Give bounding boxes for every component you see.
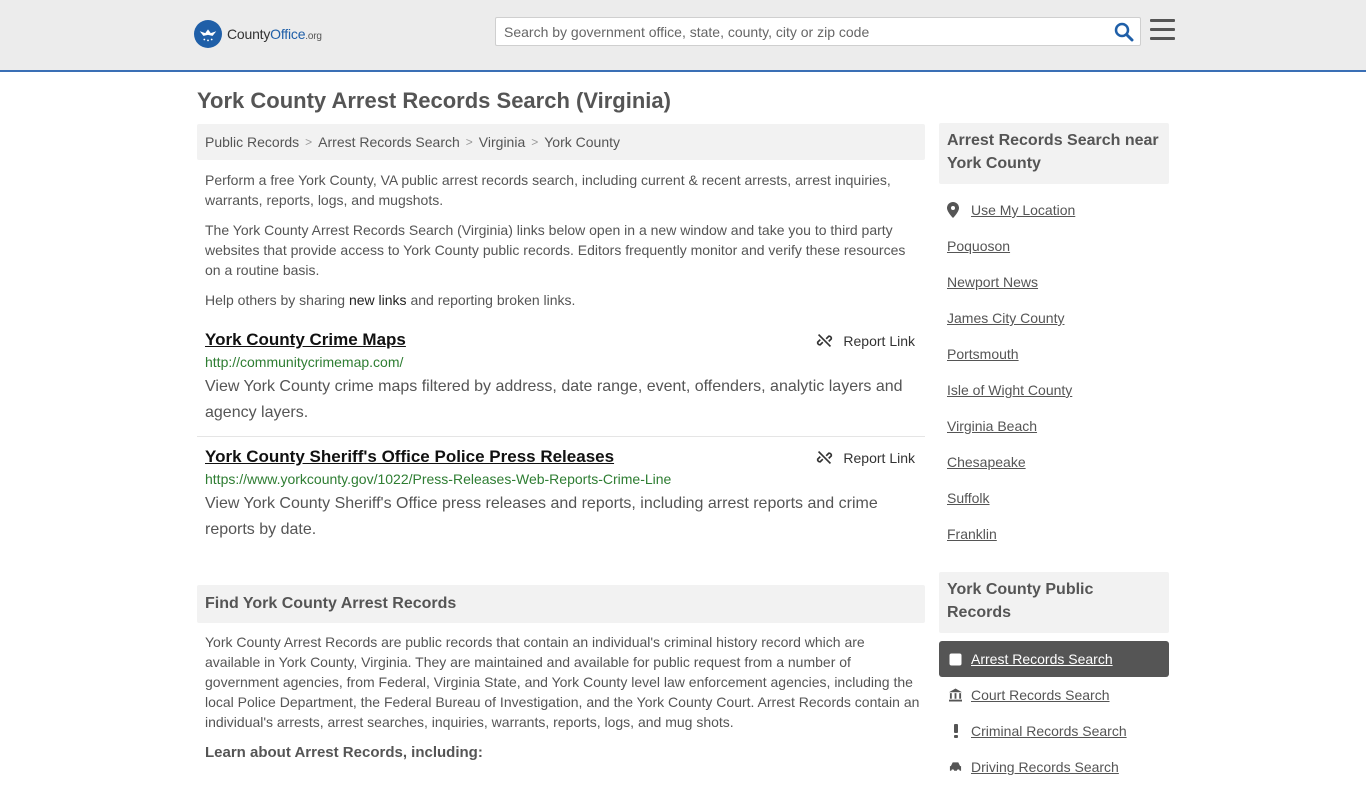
new-links-link[interactable]: new links xyxy=(349,292,407,308)
sidebar-item-court-records[interactable]: Court Records Search xyxy=(939,677,1169,713)
sidebar-item-criminal-records[interactable]: Criminal Records Search xyxy=(939,713,1169,749)
chevron-right-icon: > xyxy=(531,135,539,149)
square-icon xyxy=(949,652,962,666)
chevron-right-icon: > xyxy=(465,135,473,149)
nearby-link[interactable]: James City County xyxy=(947,310,1064,326)
resource-link-description: View York County crime maps filtered by … xyxy=(205,378,903,421)
chevron-right-icon: > xyxy=(305,135,313,149)
site-logo[interactable]: CountyOffice.org xyxy=(194,20,322,48)
report-link-button[interactable]: Report Link xyxy=(816,449,915,466)
nearby-link[interactable]: Newport News xyxy=(947,274,1038,290)
breadcrumb-york-county: York County xyxy=(544,134,620,150)
resource-link-item: York County Crime Maps Report Link http:… xyxy=(197,330,925,430)
learn-about-heading: Learn about Arrest Records, including: xyxy=(205,744,483,761)
resource-link-item: York County Sheriff's Office Police Pres… xyxy=(197,447,925,547)
broken-link-icon xyxy=(817,333,833,348)
intro-paragraph-1: Perform a free York County, VA public ar… xyxy=(205,172,891,208)
nearby-link[interactable]: Portsmouth xyxy=(947,346,1019,362)
search-input[interactable] xyxy=(496,18,1096,45)
resource-link-url[interactable]: https://www.yorkcounty.gov/1022/Press-Re… xyxy=(205,471,671,487)
intro-paragraph-3: Help others by sharing new links and rep… xyxy=(205,292,576,308)
resource-link-url[interactable]: http://communitycrimemap.com/ xyxy=(205,354,403,370)
nearby-link[interactable]: Isle of Wight County xyxy=(947,382,1072,398)
nearby-heading: Arrest Records Search near York County xyxy=(939,123,1169,184)
use-my-location-link[interactable]: Use My Location xyxy=(947,202,1075,218)
breadcrumb: Public Records > Arrest Records Search >… xyxy=(197,124,925,160)
search-box xyxy=(495,17,1141,46)
hamburger-menu-icon[interactable] xyxy=(1150,19,1175,41)
nearby-link[interactable]: Poquoson xyxy=(947,238,1010,254)
page-title: York County Arrest Records Search (Virgi… xyxy=(197,88,671,113)
sidebar-item-arrest-records[interactable]: Arrest Records Search xyxy=(939,641,1169,677)
resource-link-description: View York County Sheriff's Office press … xyxy=(205,495,878,538)
site-header: CountyOffice.org xyxy=(0,0,1366,72)
resource-link-title[interactable]: York County Sheriff's Office Police Pres… xyxy=(205,447,614,467)
nearby-link[interactable]: Suffolk xyxy=(947,490,990,506)
intro-paragraph-2: The York County Arrest Records Search (V… xyxy=(205,222,906,278)
nearby-link[interactable]: Chesapeake xyxy=(947,454,1026,470)
eagle-seal-icon xyxy=(194,20,222,48)
location-pin-icon xyxy=(947,202,959,218)
nearby-link[interactable]: Virginia Beach xyxy=(947,418,1037,434)
broken-link-icon xyxy=(817,450,833,465)
breadcrumb-public-records[interactable]: Public Records xyxy=(205,134,299,150)
search-icon[interactable] xyxy=(1114,22,1134,42)
find-records-heading: Find York County Arrest Records xyxy=(197,585,925,623)
public-records-heading: York County Public Records xyxy=(939,572,1169,633)
car-icon xyxy=(949,760,962,774)
find-records-body: York County Arrest Records are public re… xyxy=(205,634,920,730)
logo-text: CountyOffice.org xyxy=(227,26,322,42)
exclamation-icon xyxy=(949,724,962,738)
breadcrumb-virginia[interactable]: Virginia xyxy=(479,134,525,150)
divider xyxy=(197,436,925,437)
resource-link-title[interactable]: York County Crime Maps xyxy=(205,330,406,350)
nearby-link[interactable]: Franklin xyxy=(947,526,997,542)
courthouse-icon xyxy=(949,688,962,702)
sidebar-item-driving-records[interactable]: Driving Records Search xyxy=(939,749,1169,785)
report-link-button[interactable]: Report Link xyxy=(816,332,915,349)
breadcrumb-arrest-records[interactable]: Arrest Records Search xyxy=(318,134,460,150)
